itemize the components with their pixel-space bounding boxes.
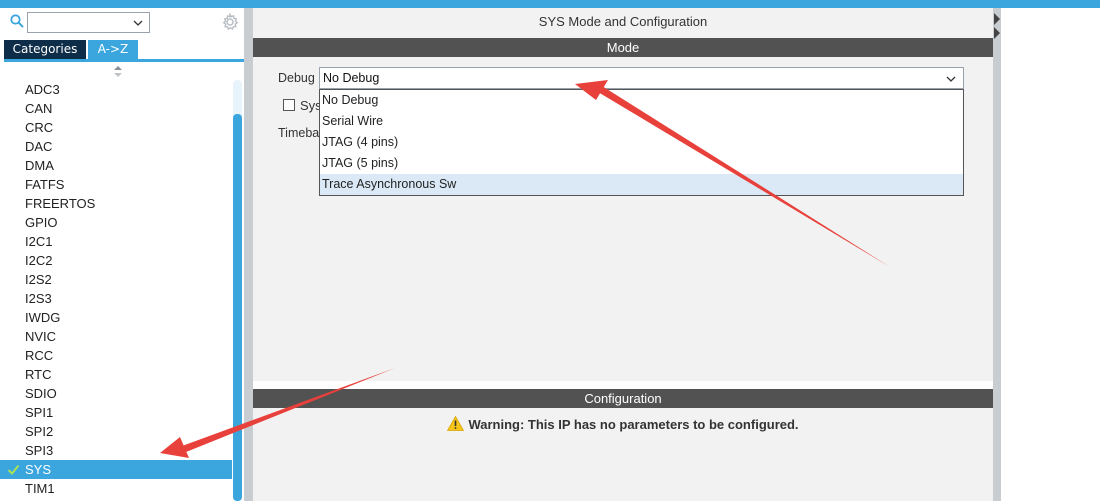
warning-message: Warning: This IP has no parameters to be…: [253, 416, 993, 432]
option-jtag-5-pins[interactable]: JTAG (5 pins): [320, 153, 963, 174]
option-trace-asynchronous-sw[interactable]: Trace Asynchronous Sw: [320, 174, 963, 195]
list-item[interactable]: SDIO: [0, 384, 232, 403]
mode-section-header[interactable]: Mode: [253, 38, 993, 57]
list-item[interactable]: CAN: [0, 99, 232, 118]
sidebar-tabs: Categories A->Z: [4, 40, 244, 62]
list-item[interactable]: ADC3: [0, 80, 232, 99]
warning-icon: [447, 416, 465, 431]
scrollbar-thumb[interactable]: [233, 114, 242, 501]
page-title: SYS Mode and Configuration: [538, 14, 708, 29]
list-item[interactable]: NVIC: [0, 327, 232, 346]
panel-divider[interactable]: [244, 8, 253, 501]
list-item[interactable]: I2C2: [0, 251, 232, 270]
check-icon: [7, 464, 20, 475]
list-item[interactable]: I2S2: [0, 270, 232, 289]
tab-a-z[interactable]: A->Z: [88, 40, 138, 59]
sys-checkbox[interactable]: [283, 99, 295, 111]
list-item[interactable]: FATFS: [0, 175, 232, 194]
list-item[interactable]: DMA: [0, 156, 232, 175]
top-bar: [0, 0, 1100, 8]
debug-select-value: No Debug: [323, 71, 380, 85]
list-item[interactable]: TIM1: [0, 479, 232, 498]
list-item[interactable]: IWDG: [0, 308, 232, 327]
list-item[interactable]: FREERTOS: [0, 194, 232, 213]
search-icon[interactable]: [10, 14, 24, 28]
option-jtag-4-pins[interactable]: JTAG (4 pins): [320, 132, 963, 153]
debug-dropdown-list: No Debug Serial Wire JTAG (4 pins) JTAG …: [319, 89, 964, 196]
search-input[interactable]: [28, 13, 149, 32]
list-item[interactable]: CRC: [0, 118, 232, 137]
mode-section: Debug No Debug Sys Timeba No Debug Seria…: [253, 57, 993, 381]
gear-icon[interactable]: [221, 13, 239, 31]
warning-text: Warning: This IP has no parameters to be…: [468, 417, 799, 432]
search-field[interactable]: [27, 12, 150, 33]
list-item[interactable]: SPI1: [0, 403, 232, 422]
list-item[interactable]: RTC: [0, 365, 232, 384]
sidebar-item-sys[interactable]: SYS: [0, 460, 232, 479]
list-item[interactable]: DAC: [0, 137, 232, 156]
left-panel: Categories A->Z ADC3 CAN CRC DAC DMA FAT…: [0, 8, 248, 501]
tab-categories[interactable]: Categories: [4, 40, 86, 59]
section-splitter[interactable]: [253, 381, 993, 389]
list-item[interactable]: GPIO: [0, 213, 232, 232]
sidebar-scrollbar[interactable]: [233, 80, 242, 501]
main-panel: SYS Mode and Configuration Mode Debug No…: [253, 8, 993, 501]
option-no-debug[interactable]: No Debug: [320, 90, 963, 111]
list-item[interactable]: SPI3: [0, 441, 232, 460]
right-panel-edge[interactable]: [993, 8, 1001, 501]
debug-label: Debug: [278, 71, 315, 85]
collapse-arrows-icon[interactable]: [993, 12, 1001, 40]
configuration-section: Warning: This IP has no parameters to be…: [253, 408, 993, 501]
list-item[interactable]: RCC: [0, 346, 232, 365]
configuration-section-header[interactable]: Configuration: [253, 389, 993, 408]
option-serial-wire[interactable]: Serial Wire: [320, 111, 963, 132]
list-item[interactable]: I2C1: [0, 232, 232, 251]
timebase-label: Timeba: [278, 126, 320, 140]
chevron-down-icon[interactable]: [945, 73, 957, 85]
list-item[interactable]: I2S3: [0, 289, 232, 308]
debug-select[interactable]: No Debug: [319, 67, 964, 89]
peripheral-list: ADC3 CAN CRC DAC DMA FATFS FREERTOS GPIO…: [0, 80, 232, 498]
list-item[interactable]: SPI2: [0, 422, 232, 441]
sort-arrows-icon[interactable]: [113, 66, 123, 78]
